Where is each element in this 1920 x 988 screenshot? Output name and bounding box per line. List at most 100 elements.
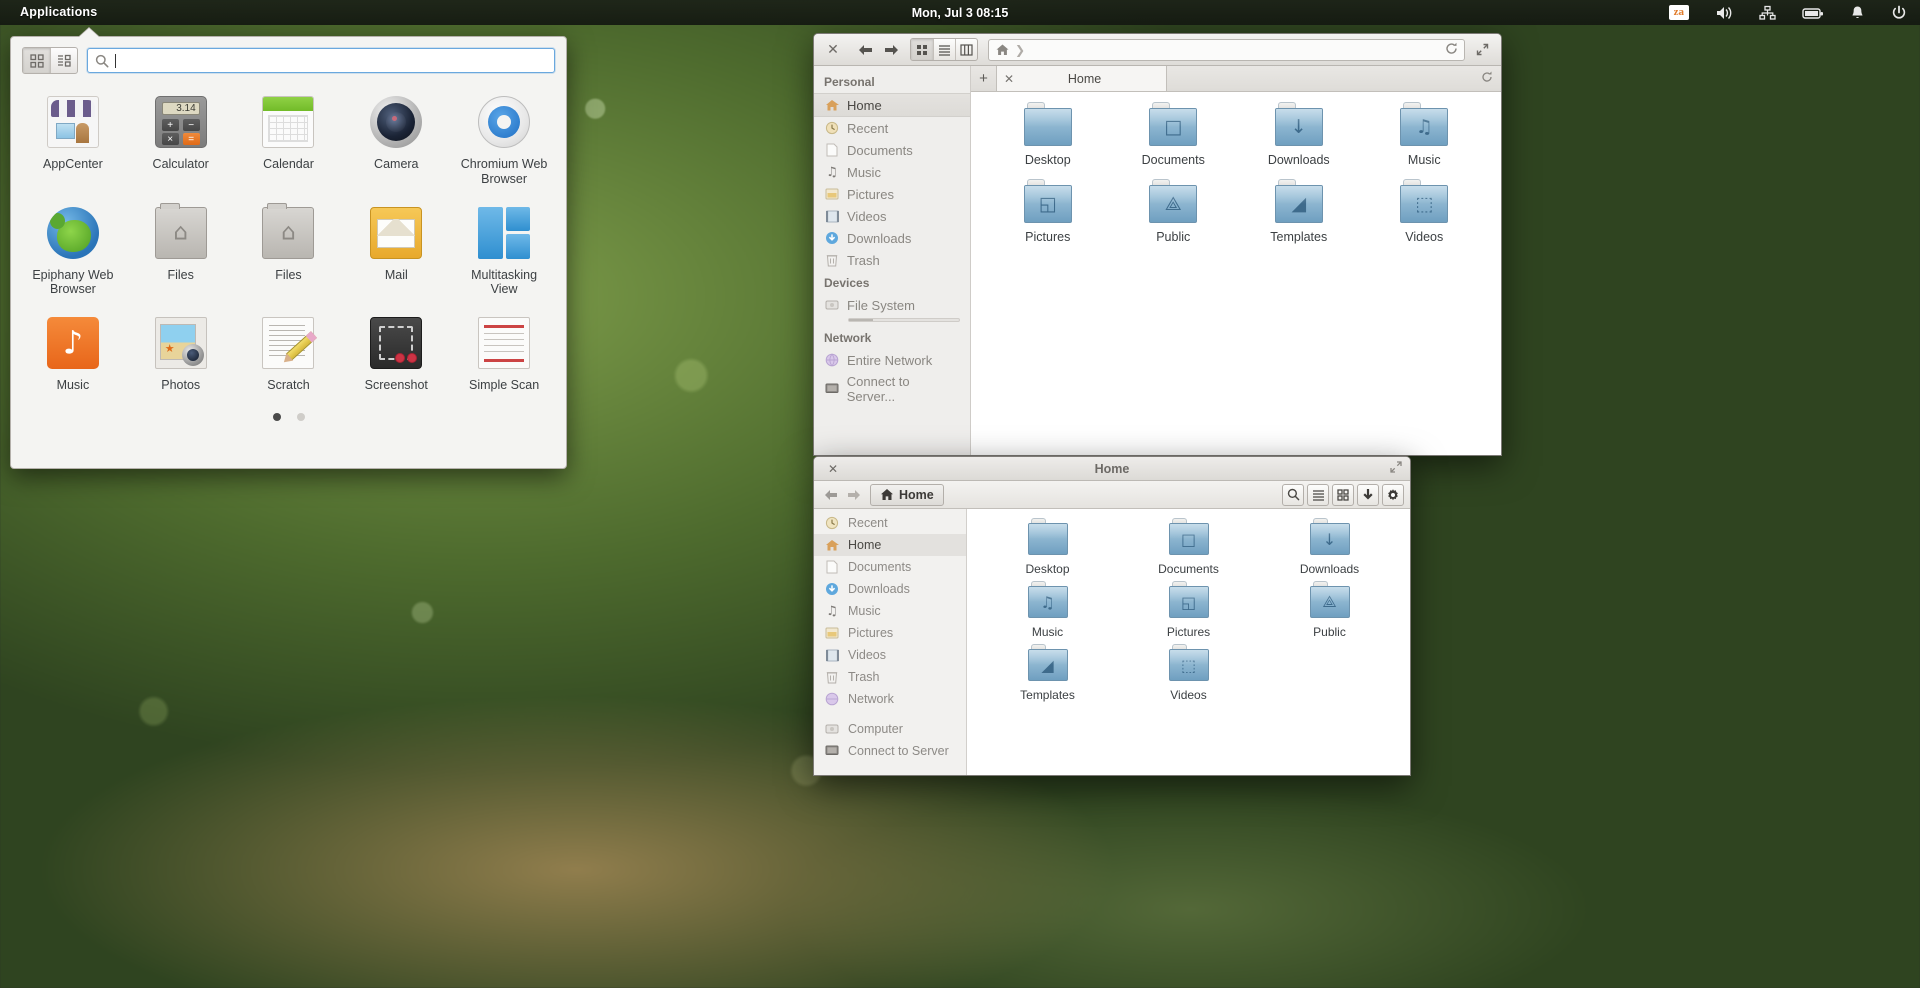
sidebar-item-recent[interactable]: Recent [814, 512, 966, 534]
app-tile-calendar[interactable]: Calendar [235, 88, 343, 195]
sidebar-item-recent[interactable]: Recent [814, 117, 970, 139]
battery-icon[interactable] [1802, 6, 1824, 20]
tab-close-icon[interactable]: ✕ [997, 72, 1021, 86]
folder-item[interactable]: Desktop [977, 518, 1118, 576]
pager-dot-1[interactable] [272, 412, 281, 421]
download-icon[interactable] [1357, 483, 1379, 506]
grid-view-icon[interactable] [1332, 483, 1354, 506]
sidebar-item-file-system[interactable]: File System [814, 294, 970, 316]
app-tile-files-1[interactable]: ⌂ Files [127, 199, 235, 306]
notification-icon[interactable] [1850, 5, 1865, 21]
icon-view-button[interactable] [911, 39, 933, 60]
pager-dot-2[interactable] [296, 412, 305, 421]
downloads-icon [824, 581, 840, 597]
sidebar-item-connect-to-server[interactable]: Connect to Server [814, 740, 966, 762]
gear-icon[interactable] [1382, 483, 1404, 506]
sidebar-item-computer[interactable]: Computer [814, 718, 966, 740]
close-icon[interactable]: ✕ [822, 39, 844, 61]
sidebar-item-network[interactable]: Network [814, 688, 966, 710]
folder-item[interactable]: ⬚ Videos [1118, 644, 1259, 702]
folder-item[interactable]: Desktop [985, 102, 1111, 167]
search-field-wrapper[interactable] [87, 48, 555, 73]
sidebar-item-videos[interactable]: Videos [814, 205, 970, 227]
app-tile-camera[interactable]: Camera [342, 88, 450, 195]
list-view-icon[interactable] [1307, 483, 1329, 506]
maximize-icon[interactable] [1390, 461, 1402, 476]
folder-item[interactable]: ◢ Templates [1236, 179, 1362, 244]
app-label: AppCenter [43, 157, 103, 171]
app-tile-calculator[interactable]: 3.14 + − × = Calculator [127, 88, 235, 195]
breadcrumb-home-button[interactable]: Home [870, 483, 944, 506]
reload-icon[interactable] [1445, 42, 1458, 58]
search-icon[interactable] [1282, 483, 1304, 506]
sidebar-item-music[interactable]: ♫ Music [814, 600, 966, 622]
sidebar-item-documents[interactable]: Documents [814, 139, 970, 161]
folder-item[interactable]: ♫ Music [977, 581, 1118, 639]
app-tile-appcenter[interactable]: AppCenter [19, 88, 127, 195]
sidebar-item-downloads[interactable]: Downloads [814, 578, 966, 600]
app-tile-scratch[interactable]: Scratch [235, 309, 343, 401]
folder-item[interactable]: ⬚ Videos [1362, 179, 1488, 244]
back-icon[interactable] [852, 39, 878, 61]
category-view-button[interactable] [50, 48, 77, 73]
sidebar-item-music[interactable]: ♫ Music [814, 161, 970, 183]
sidebar-item-home[interactable]: Home [814, 93, 970, 117]
app-tile-multitasking[interactable]: Multitasking View [450, 199, 558, 306]
keyboard-layout-indicator[interactable]: za [1668, 4, 1689, 21]
sidebar-item-videos[interactable]: Videos [814, 644, 966, 666]
sidebar-item-trash[interactable]: Trash [814, 249, 970, 271]
volume-icon[interactable] [1715, 5, 1733, 21]
sidebar-item-label: Network [848, 692, 894, 706]
breadcrumb-label: Home [899, 487, 934, 502]
app-tile-chromium[interactable]: Chromium Web Browser [450, 88, 558, 195]
mail-icon [370, 206, 423, 259]
app-tile-photos[interactable]: ★ Photos [127, 309, 235, 401]
folder-item[interactable]: ↓ Downloads [1259, 518, 1400, 576]
sidebar-item-home[interactable]: Home [814, 534, 966, 556]
folder-item[interactable]: □ Documents [1118, 518, 1259, 576]
breadcrumb-home[interactable]: ❯ [995, 43, 1027, 57]
recent-icon [824, 120, 840, 136]
tab-history-icon[interactable] [1481, 71, 1493, 86]
app-tile-files-2[interactable]: ⌂ Files [235, 199, 343, 306]
column-view-button[interactable] [955, 39, 977, 60]
back-icon[interactable] [820, 484, 842, 506]
app-tile-screenshot[interactable]: Screenshot [342, 309, 450, 401]
folder-item[interactable]: ↓ Downloads [1236, 102, 1362, 167]
sidebar-item-pictures[interactable]: Pictures [814, 622, 966, 644]
folder-item[interactable]: ⟁ Public [1111, 179, 1237, 244]
app-tile-music[interactable]: ♪ Music [19, 309, 127, 401]
folder-item[interactable]: ♫ Music [1362, 102, 1488, 167]
folder-emblem: □ [1149, 108, 1198, 146]
search-input[interactable] [120, 53, 547, 68]
panel-clock[interactable]: Mon, Jul 3 08:15 [0, 6, 1920, 20]
sidebar-item-entire-network[interactable]: Entire Network [814, 349, 970, 371]
file-system-capacity-bar [848, 318, 960, 322]
forward-icon[interactable] [842, 484, 864, 506]
app-tile-mail[interactable]: Mail [342, 199, 450, 306]
sidebar-item-trash[interactable]: Trash [814, 666, 966, 688]
app-tile-simple-scan[interactable]: Simple Scan [450, 309, 558, 401]
sidebar-item-connect-to-server[interactable]: Connect to Server... [814, 371, 970, 407]
list-view-button[interactable] [933, 39, 955, 60]
search-icon [95, 54, 109, 67]
tab-home[interactable]: ✕ Home [997, 66, 1167, 91]
sidebar-item-downloads[interactable]: Downloads [814, 227, 970, 249]
sidebar-item-documents[interactable]: Documents [814, 556, 966, 578]
folder-item[interactable]: □ Documents [1111, 102, 1237, 167]
forward-icon[interactable] [878, 39, 904, 61]
videos-icon [824, 208, 840, 224]
folder-item[interactable]: ◱ Pictures [1118, 581, 1259, 639]
applications-menu-button[interactable]: Applications [0, 0, 109, 25]
path-breadcrumb-bar[interactable]: ❯ [988, 38, 1465, 61]
network-icon[interactable] [1759, 5, 1776, 21]
app-tile-epiphany[interactable]: Epiphany Web Browser [19, 199, 127, 306]
new-tab-button[interactable]: + [971, 66, 997, 91]
folder-item[interactable]: ◱ Pictures [985, 179, 1111, 244]
grid-view-button[interactable] [23, 48, 50, 73]
power-icon[interactable] [1891, 5, 1907, 21]
folder-item[interactable]: ⟁ Public [1259, 581, 1400, 639]
folder-item[interactable]: ◢ Templates [977, 644, 1118, 702]
sidebar-item-pictures[interactable]: Pictures [814, 183, 970, 205]
maximize-icon[interactable] [1471, 39, 1493, 61]
